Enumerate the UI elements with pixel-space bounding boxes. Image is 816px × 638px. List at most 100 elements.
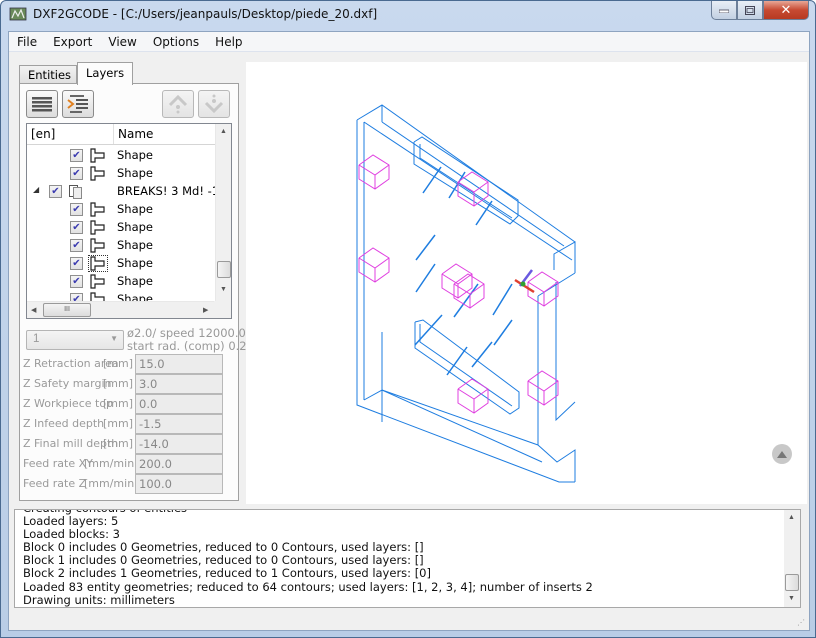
tab-entities[interactable]: Entities (19, 65, 77, 84)
console-line: Block 2 includes 1 Geometries, reduced t… (23, 566, 431, 581)
param-row: Feed rate Z [mm/min] 100.0 (20, 474, 238, 494)
param-row: Z Infeed depth [mm] -1.5 (20, 414, 238, 434)
minimize-icon (719, 9, 729, 13)
enable-checkbox[interactable]: ✔ (70, 149, 83, 162)
pocket-box[interactable] (527, 370, 559, 406)
frame-bottom-inner[interactable] (363, 389, 543, 463)
enable-checkbox[interactable]: ✔ (70, 257, 83, 270)
enable-checkbox[interactable]: ✔ (70, 203, 83, 216)
param-input[interactable]: 100.0 (135, 474, 223, 494)
tree-vscroll-thumb[interactable] (217, 261, 231, 278)
drill-hole[interactable] (415, 234, 436, 261)
frame-inner-top[interactable] (363, 121, 573, 261)
enable-checkbox[interactable]: ✔ (70, 239, 83, 252)
tree-shape-row[interactable]: ✔ Shape (27, 164, 215, 182)
frame-inner-top2[interactable] (381, 121, 565, 247)
drill-hole[interactable] (414, 314, 443, 346)
select-all-button[interactable] (26, 90, 58, 118)
tree-shape-row[interactable]: ✔ Shape (27, 236, 215, 254)
console-scroll-up-icon[interactable]: ▲ (788, 514, 795, 521)
console-line: Drawing units: millimeters (23, 592, 175, 607)
param-input[interactable]: 0.0 (135, 394, 223, 414)
tree-vertical-scrollbar[interactable]: ▲ ▼ (215, 124, 231, 302)
pocket-box-edge[interactable] (457, 388, 489, 400)
param-input[interactable]: 3.0 (135, 374, 223, 394)
tree-shape-row[interactable]: ✔ Shape (27, 254, 215, 272)
tool-info: ø2.0/ speed 12000.0 start rad. (comp) 0.… (127, 327, 247, 353)
layer-icon (69, 185, 82, 199)
drill-hole[interactable] (493, 319, 513, 346)
menu-export[interactable]: Export (45, 35, 100, 49)
frame-top-edge[interactable] (356, 104, 576, 273)
param-row: Feed rate XY [mm/min] 200.0 (20, 454, 238, 474)
drill-hole[interactable] (471, 341, 493, 368)
close-button[interactable]: ✕ (763, 1, 809, 20)
pocket-box[interactable] (527, 271, 559, 307)
pocket-box-edge[interactable] (441, 273, 473, 285)
invert-selection-button[interactable] (62, 90, 94, 118)
top-slot[interactable] (413, 136, 519, 225)
column-header-name[interactable]: Name (114, 124, 157, 144)
tree-shape-row[interactable]: ✔ Shape (27, 272, 215, 290)
tree-hscroll-thumb[interactable]: III (43, 303, 91, 317)
minimize-button[interactable] (711, 1, 737, 20)
tree-horizontal-scrollbar[interactable]: ◀ III ▶ (27, 301, 215, 318)
tool-select[interactable]: 1 ▼ (26, 330, 124, 350)
tree-rows: ✔ Shape ✔ Shape ◢ ✔ BREAKS! 3 Md! -14 ✔ Shape ✔ Sh… (27, 146, 215, 302)
pocket-box-edge[interactable] (527, 380, 559, 392)
console-vertical-scrollbar[interactable]: ▲ ▼ (784, 510, 800, 607)
console-vscroll-thumb[interactable] (785, 574, 799, 591)
drawing-canvas[interactable] (246, 62, 807, 504)
shape-icon (90, 202, 105, 217)
tab-layers[interactable]: Layers (77, 62, 133, 85)
enable-checkbox[interactable]: ✔ (70, 275, 83, 288)
param-input[interactable]: 200.0 (135, 454, 223, 474)
drill-hole[interactable] (492, 283, 513, 316)
shape-icon (90, 148, 105, 163)
tree-shape-row[interactable]: ✔ Shape (27, 218, 215, 236)
console-scroll-down-icon[interactable]: ▼ (788, 595, 795, 602)
menu-options[interactable]: Options (145, 35, 207, 49)
param-label: Feed rate XY (23, 457, 93, 470)
scroll-right-arrow-icon[interactable]: ▶ (203, 306, 208, 314)
expand-arrow-icon[interactable]: ◢ (33, 185, 39, 194)
param-row: Z Final mill depth [mm] -14.0 (20, 434, 238, 454)
tree-layer-row[interactable]: ◢ ✔ BREAKS! 3 Md! -14 (27, 182, 215, 200)
enable-checkbox[interactable]: ✔ (70, 221, 83, 234)
tree-shape-row[interactable]: ✔ Shape (27, 146, 215, 164)
enable-checkbox[interactable]: ✔ (49, 185, 62, 198)
drill-hole[interactable] (446, 346, 468, 376)
tree-shape-row[interactable]: ✔ Shape (27, 200, 215, 218)
menu-help[interactable]: Help (207, 35, 250, 49)
param-unit: [mm] (103, 377, 134, 390)
top-slot-inner[interactable] (419, 144, 513, 219)
param-input[interactable]: -14.0 (135, 434, 223, 454)
param-input[interactable]: -1.5 (135, 414, 223, 434)
layers-tree[interactable]: [en] Name ✔ Shape ✔ Shape ◢ ✔ BREAKS! 3 Md! -1… (26, 123, 232, 319)
move-down-button[interactable] (198, 90, 230, 118)
scroll-left-arrow-icon[interactable]: ◀ (31, 306, 36, 314)
move-up-button[interactable] (162, 90, 194, 118)
frame-bottom-inner2[interactable] (381, 389, 539, 446)
drill-hole[interactable] (415, 263, 436, 293)
shape-icon (90, 166, 105, 181)
scroll-down-arrow-icon[interactable]: ▼ (220, 286, 227, 293)
title-bar[interactable]: DXF2GCODE - [C:/Users/jeanpauls/Desktop/… (1, 1, 815, 31)
param-label: Feed rate Z (23, 477, 87, 490)
menu-file[interactable]: File (9, 35, 45, 49)
scroll-up-arrow-icon[interactable]: ▲ (220, 128, 227, 135)
maximize-icon (745, 5, 755, 15)
frame-corner[interactable] (553, 241, 576, 273)
param-label: Z Safety margin (23, 377, 112, 390)
tree-item-label: Shape (117, 274, 154, 288)
maximize-button[interactable] (737, 1, 763, 20)
menu-view[interactable]: View (100, 35, 144, 49)
column-header-enabled[interactable]: [en] (27, 124, 114, 144)
view-navigation-icon[interactable] (772, 444, 792, 464)
resize-grip-icon[interactable]: ⋰ (797, 618, 807, 628)
select-all-icon (32, 97, 52, 112)
frame-right-inner[interactable] (555, 282, 576, 422)
param-input[interactable]: 15.0 (135, 354, 223, 374)
param-unit: [mm] (103, 397, 134, 410)
enable-checkbox[interactable]: ✔ (70, 167, 83, 180)
